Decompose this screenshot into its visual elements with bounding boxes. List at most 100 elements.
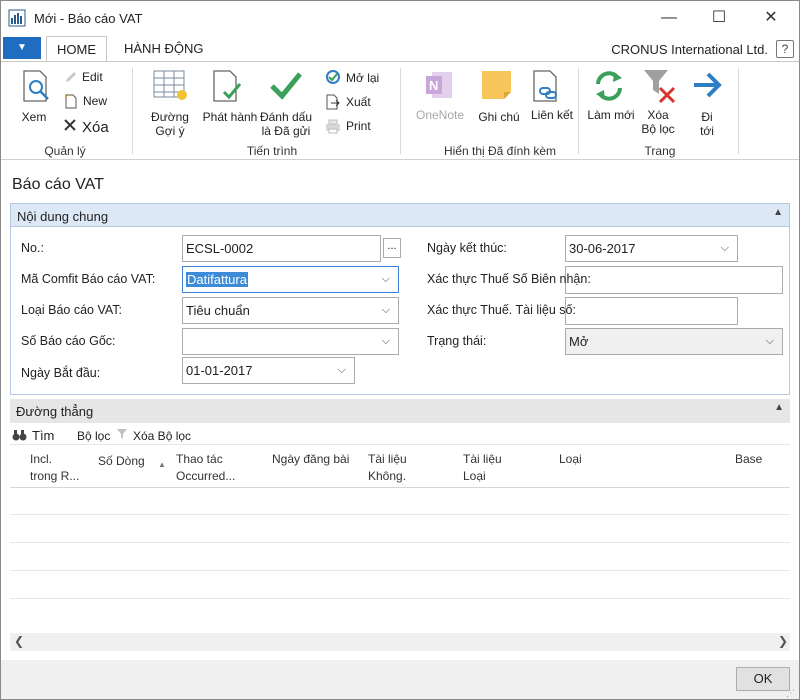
column-header-base[interactable]: Base [735, 451, 762, 468]
column-header-included[interactable]: Incl. trong R... [30, 451, 79, 485]
end-date-field[interactable]: 30-06-2017 ⌵ [565, 235, 738, 262]
start-date-label: Ngày Bắt đầu: [21, 366, 101, 380]
original-report-field[interactable]: ⌵ [182, 328, 399, 355]
arrow-right-icon [694, 72, 722, 98]
assist-edit-button[interactable]: ... [383, 238, 401, 258]
print-button[interactable]: Print [346, 119, 371, 133]
app-menu-button[interactable]: ▼ [3, 37, 41, 59]
delete-icon [62, 117, 78, 133]
table-row[interactable] [10, 570, 790, 571]
find-button[interactable]: Tìm [32, 428, 54, 443]
config-code-label: Mã Comfit Báo cáo VAT: [21, 272, 156, 286]
column-header-document-no[interactable]: Tài liệu Không. [368, 451, 407, 485]
mark-submitted-label-1: Đánh dấu [259, 110, 313, 124]
column-header-document-type-1: Tài liệu [463, 452, 502, 466]
group-attachments-label: Hiển thị Đã đính kèm [443, 144, 557, 158]
minimize-button[interactable]: — [646, 6, 692, 32]
view-label: Xem [21, 110, 47, 124]
config-code-field[interactable]: Datifattura ⌵ [182, 266, 399, 293]
scroll-left-icon[interactable]: ❮ [14, 634, 24, 648]
clear-filter-label-1: Xóa [647, 108, 669, 122]
scroll-right-icon[interactable]: ❯ [778, 634, 788, 648]
collapse-icon[interactable]: ▲ [773, 207, 783, 218]
report-type-label: Loại Báo cáo VAT: [21, 303, 122, 317]
export-icon [325, 93, 341, 111]
group-process-label: Tiến trình [246, 144, 298, 158]
general-section-header[interactable]: Nội dung chung ▲ [10, 203, 790, 227]
go-to-button[interactable] [692, 70, 722, 100]
notes-button[interactable] [480, 68, 514, 104]
view-button[interactable] [18, 68, 54, 104]
receipt-no-field[interactable] [565, 266, 783, 294]
edit-button[interactable]: Edit [82, 70, 103, 84]
no-field[interactable]: ECSL-0002 [182, 235, 381, 262]
column-header-type-1: Loại [559, 452, 582, 466]
export-button[interactable]: Xuất [346, 95, 371, 109]
start-date-value: 01-01-2017 [186, 363, 253, 378]
lines-section-header[interactable]: Đường thẳng ▲ [10, 399, 790, 423]
horizontal-scrollbar[interactable] [10, 633, 790, 651]
suggest-lines-button[interactable] [152, 68, 190, 104]
table-row[interactable] [10, 598, 790, 599]
start-date-field[interactable]: 01-01-2017 ⌵ [182, 357, 355, 384]
status-value: Mở [569, 334, 589, 349]
help-button[interactable]: ? [776, 40, 794, 58]
close-button[interactable]: ✕ [748, 6, 794, 32]
go-to-label: Đi tới [692, 110, 722, 138]
onenote-button[interactable]: N [422, 68, 458, 104]
column-header-included-1: Incl. [30, 452, 53, 466]
table-row[interactable] [10, 514, 790, 515]
clear-filter-label: Xóa Bộ lọc [636, 108, 680, 136]
release-button[interactable] [210, 68, 244, 104]
ok-button[interactable]: OK [736, 667, 790, 691]
dialog-footer [0, 660, 800, 700]
column-header-included-2: trong R... [30, 469, 80, 483]
refresh-label: Làm mới [587, 108, 635, 122]
column-header-document-no-2: Không. [368, 469, 407, 483]
document-no-field[interactable] [565, 297, 738, 325]
chevron-down-icon[interactable]: ⌵ [766, 329, 774, 354]
receipt-no-label: Xác thực Thuế Số Biên nhận: [427, 272, 591, 286]
delete-button[interactable]: Xóa [82, 119, 109, 136]
chevron-down-icon[interactable]: ⌵ [382, 267, 390, 292]
tab-actions[interactable]: HÀNH ĐỘNG [114, 36, 213, 62]
chevron-down-icon[interactable]: ⌵ [382, 298, 390, 323]
go-to-label-1: Đi [701, 110, 713, 124]
edit-icon [64, 70, 78, 84]
suggest-lines-label: Đường Gợi ý [146, 110, 194, 138]
refresh-icon [596, 71, 622, 101]
print-icon [324, 118, 342, 134]
maximize-button[interactable]: ☐ [696, 6, 742, 32]
tab-home[interactable]: HOME [46, 36, 107, 62]
column-header-type[interactable]: Loại [559, 451, 582, 468]
status-field[interactable]: Mở ⌵ [565, 328, 783, 355]
table-row[interactable] [10, 487, 790, 488]
ribbon-separator [738, 68, 739, 154]
general-section-title: Nội dung chung [17, 209, 109, 224]
new-button[interactable]: New [83, 94, 107, 108]
column-header-occurred[interactable]: Thao tác Occurred... [176, 451, 235, 485]
suggest-lines-label-2: Gợi ý [155, 124, 185, 138]
reopen-button[interactable]: Mở lại [346, 71, 379, 85]
filter-button[interactable]: Bộ lọc [77, 429, 110, 443]
chevron-down-icon[interactable]: ⌵ [338, 358, 346, 383]
ribbon-separator [132, 68, 133, 154]
collapse-icon[interactable]: ▲ [774, 402, 784, 413]
column-header-line-no[interactable]: Số Dòng [98, 453, 145, 470]
clear-filter-small-icon [116, 428, 128, 440]
column-header-posting-date[interactable]: Ngày đăng bài [272, 451, 349, 468]
clear-filter-link[interactable]: Xóa Bộ lọc [133, 429, 191, 443]
table-row[interactable] [10, 542, 790, 543]
column-header-document-type[interactable]: Tài liệu Loại [463, 451, 502, 485]
clear-filter-button[interactable] [642, 68, 678, 104]
mark-submitted-button[interactable] [266, 68, 306, 104]
onenote-label: OneNote [415, 108, 465, 122]
report-type-field[interactable]: Tiêu chuẩn ⌵ [182, 297, 399, 324]
report-type-value: Tiêu chuẩn [186, 303, 250, 318]
binoculars-icon [12, 428, 28, 442]
chevron-down-icon[interactable]: ⌵ [721, 236, 729, 261]
links-button[interactable] [532, 68, 562, 104]
resize-grip-icon[interactable]: ⋰ [786, 688, 795, 699]
refresh-button[interactable] [592, 68, 626, 104]
chevron-down-icon[interactable]: ⌵ [382, 329, 390, 354]
